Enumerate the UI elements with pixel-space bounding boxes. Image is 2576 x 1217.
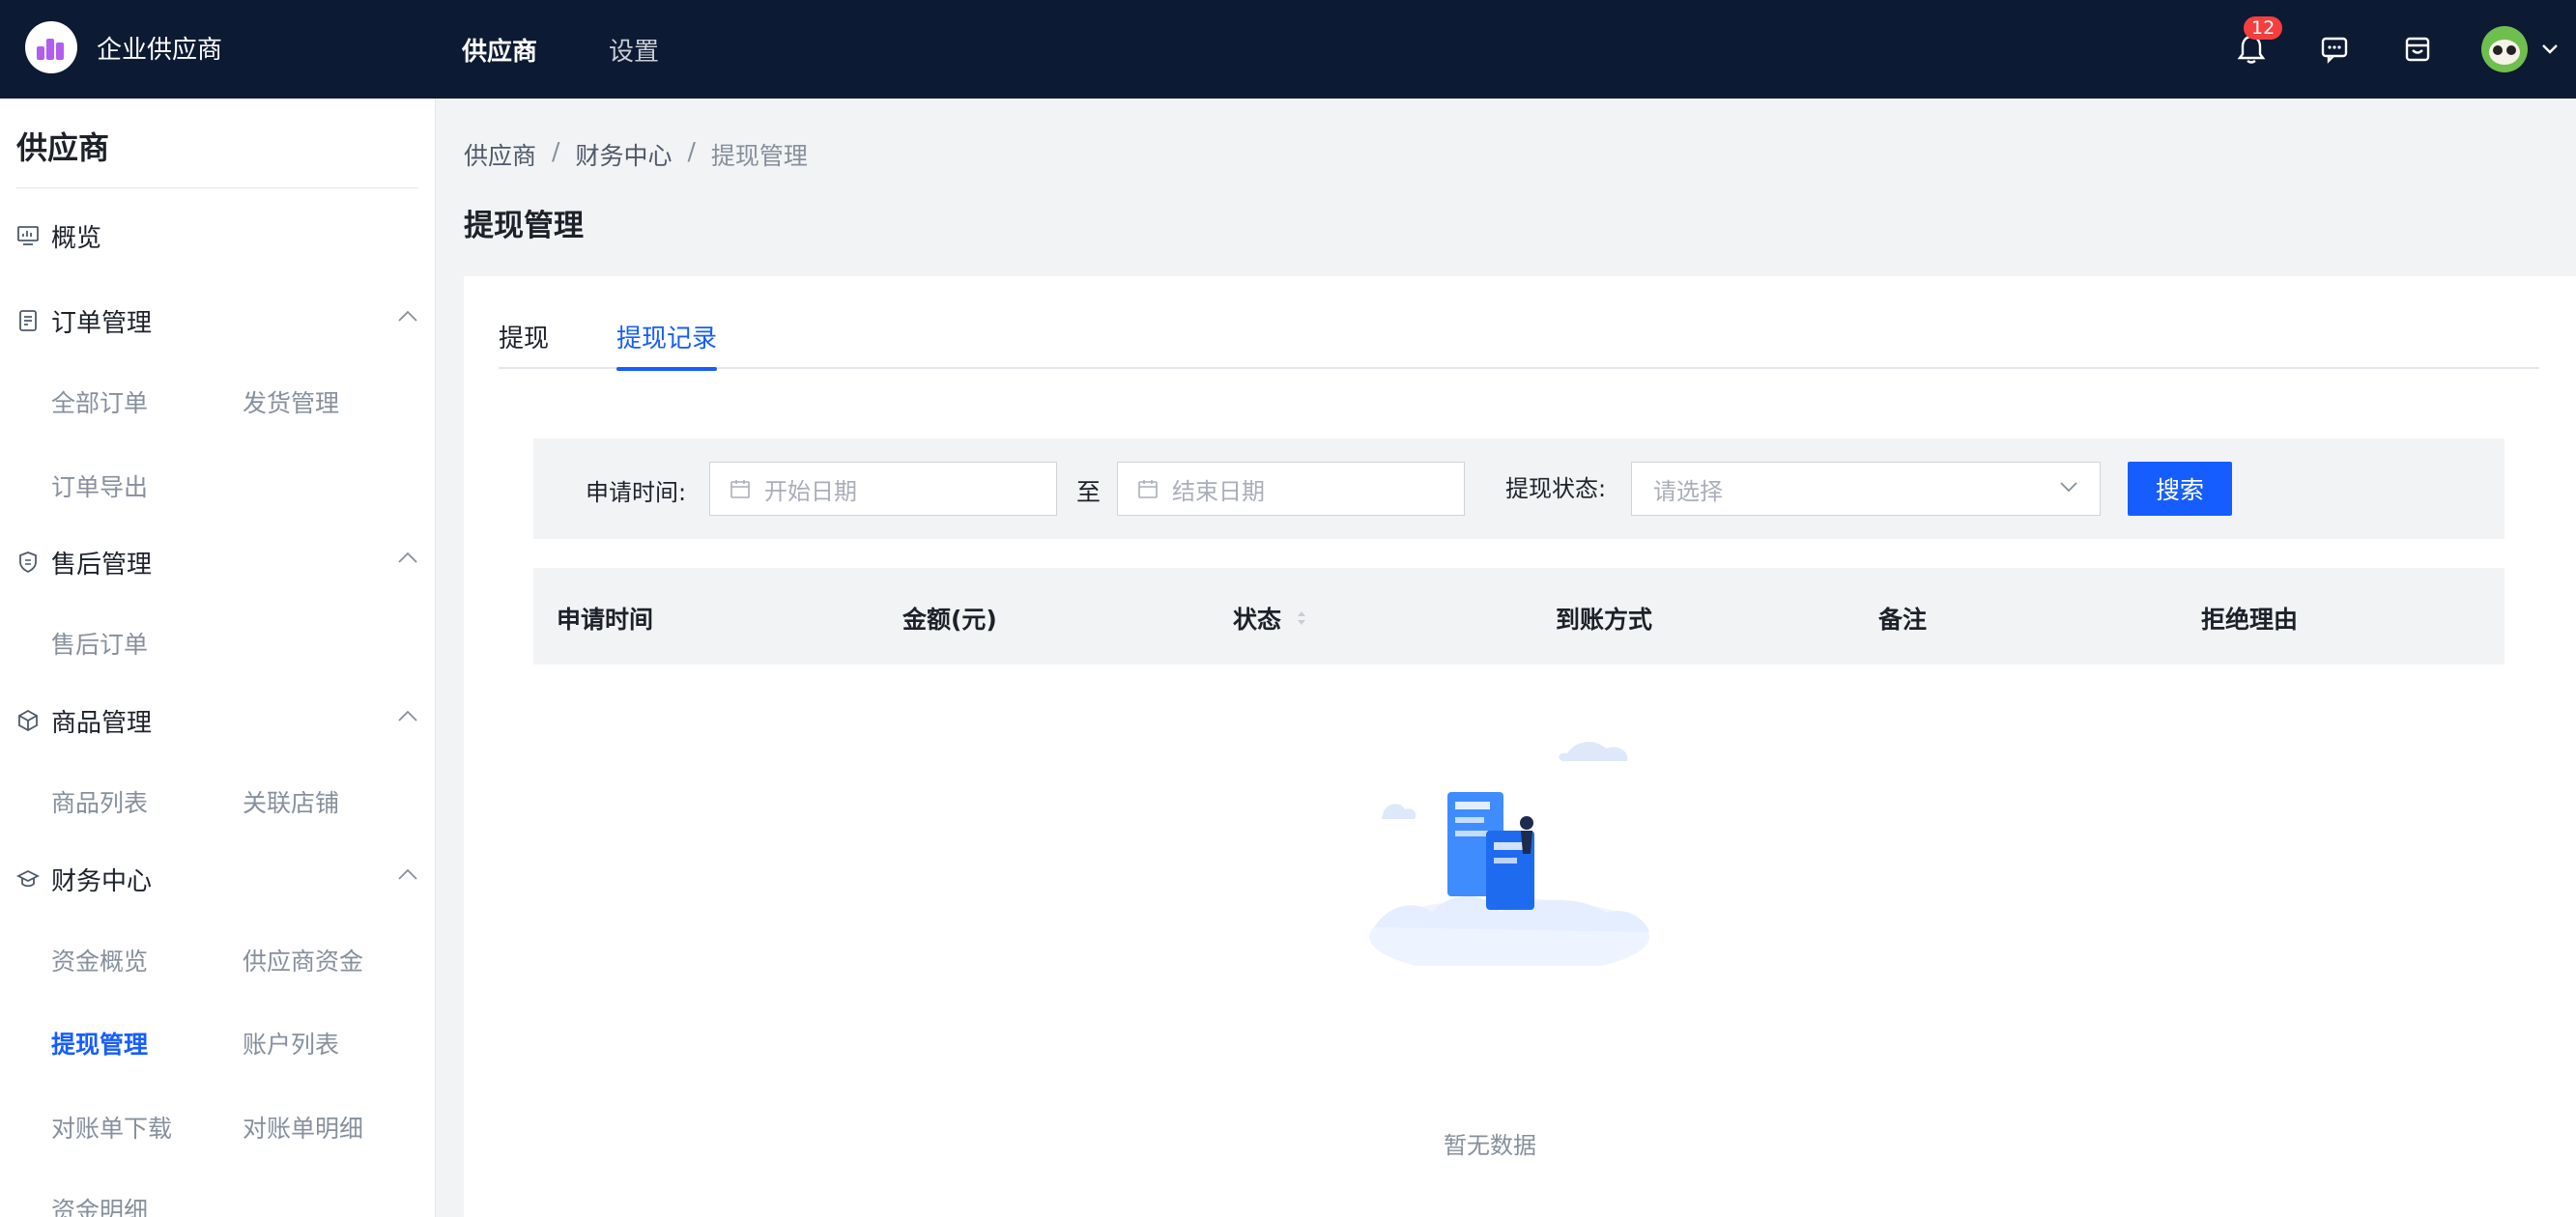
calendar-icon xyxy=(730,480,750,498)
brand-logo-icon xyxy=(25,21,77,73)
main-content: 供应商 / 财务中心 / 提现管理 提现管理 提现 提现记录 申请时间: 开始日… xyxy=(437,99,2576,1217)
sidebar-item-supplier-funds[interactable]: 供应商资金 xyxy=(243,943,363,977)
brand[interactable]: 企业供应商 xyxy=(25,21,222,73)
cube-icon xyxy=(16,709,40,732)
store-icon xyxy=(2405,37,2430,62)
nav-settings[interactable]: 设置 xyxy=(609,32,659,68)
search-button[interactable]: 搜索 xyxy=(2128,462,2232,516)
sidebar-title: 供应商 xyxy=(16,129,110,166)
brand-name: 企业供应商 xyxy=(97,35,223,65)
sidebar-item-all-orders[interactable]: 全部订单 xyxy=(51,384,148,419)
table-header: 申请时间 金额(元) 状态 到账方式 备注 拒绝理由 xyxy=(533,568,2504,665)
shield-icon xyxy=(16,551,40,574)
chevron-up-icon xyxy=(398,868,417,880)
sidebar-item-shipping[interactable]: 发货管理 xyxy=(243,384,339,419)
sidebar-item-linked-stores[interactable]: 关联店铺 xyxy=(243,784,339,819)
breadcrumb-item[interactable]: 财务中心 xyxy=(575,137,672,172)
column-status[interactable]: 状态 xyxy=(1233,601,1308,636)
end-date-placeholder: 结束日期 xyxy=(1172,477,1265,505)
breadcrumb-current: 提现管理 xyxy=(710,142,808,170)
filter-bar: 申请时间: 开始日期 至 结束日期 提现状态: 请选择 搜索 xyxy=(533,439,2504,539)
content-card: 提现 提现记录 申请时间: 开始日期 至 结束日期 提现状态: 请选择 搜索 申… xyxy=(464,276,2576,1217)
dashboard-icon xyxy=(16,224,40,247)
column-amount: 金额(元) xyxy=(902,606,997,634)
sidebar-item-statement-details[interactable]: 对账单明细 xyxy=(243,1110,363,1145)
sidebar-divider xyxy=(16,187,418,188)
avatar[interactable] xyxy=(2481,26,2528,72)
notification-button[interactable]: 12 xyxy=(2232,16,2283,69)
breadcrumb-item[interactable]: 供应商 xyxy=(464,137,536,172)
column-remark: 备注 xyxy=(1878,606,1928,634)
sidebar-group-aftersales[interactable]: 售后管理 xyxy=(16,541,418,583)
message-button[interactable] xyxy=(2315,30,2354,69)
breadcrumb-separator: / xyxy=(687,137,696,165)
notification-badge: 12 xyxy=(2244,16,2283,40)
date-range-separator: 至 xyxy=(1076,478,1102,506)
top-bar: 企业供应商 供应商 设置 12 xyxy=(0,0,2576,99)
status-select[interactable]: 请选择 xyxy=(1631,462,2101,516)
top-actions: 12 xyxy=(2232,0,2576,99)
sidebar-item-overview[interactable]: 概览 xyxy=(16,214,418,257)
sidebar-item-fund-overview[interactable]: 资金概览 xyxy=(51,943,148,977)
tab-withdraw-records[interactable]: 提现记录 xyxy=(616,319,718,371)
finance-icon xyxy=(16,867,40,891)
column-reject-reason: 拒绝理由 xyxy=(2201,606,2299,634)
sidebar-group-orders[interactable]: 订单管理 xyxy=(16,299,418,342)
chevron-down-icon xyxy=(2060,482,2077,493)
start-date-placeholder: 开始日期 xyxy=(764,477,857,505)
status-placeholder: 请选择 xyxy=(1653,477,1723,505)
nav-supplier[interactable]: 供应商 xyxy=(462,32,537,68)
start-date-input[interactable]: 开始日期 xyxy=(709,462,1057,516)
order-icon xyxy=(16,309,40,332)
sidebar-group-finance[interactable]: 财务中心 xyxy=(16,858,418,900)
chevron-up-icon xyxy=(398,710,417,722)
sidebar-item-statement-download[interactable]: 对账单下载 xyxy=(51,1110,172,1145)
sidebar-item-product-list[interactable]: 商品列表 xyxy=(51,784,148,819)
tab-bar: 提现 提现记录 xyxy=(499,319,2539,371)
sort-icon[interactable] xyxy=(1295,607,1308,630)
breadcrumb-separator: / xyxy=(552,137,560,165)
sidebar-item-withdrawal-management[interactable]: 提现管理 xyxy=(51,1026,148,1061)
calendar-icon xyxy=(1138,480,1158,498)
top-nav: 供应商 设置 xyxy=(462,0,730,99)
tab-withdraw[interactable]: 提现 xyxy=(499,319,549,369)
sidebar-item-aftersales-orders[interactable]: 售后订单 xyxy=(51,626,148,661)
chevron-up-icon xyxy=(398,552,417,563)
breadcrumb: 供应商 / 财务中心 / 提现管理 xyxy=(464,137,808,172)
end-date-input[interactable]: 结束日期 xyxy=(1117,462,1465,516)
chevron-up-icon xyxy=(398,310,417,322)
message-icon xyxy=(2321,37,2348,64)
empty-illustration xyxy=(1364,734,1654,976)
sidebar-item-account-list[interactable]: 账户列表 xyxy=(243,1026,339,1061)
apply-time-label: 申请时间: xyxy=(586,479,687,506)
column-payment-method: 到账方式 xyxy=(1556,606,1653,634)
store-button[interactable] xyxy=(2398,30,2437,69)
sidebar-group-products[interactable]: 商品管理 xyxy=(16,699,418,742)
sidebar-item-fund-details[interactable]: 资金明细 xyxy=(51,1192,148,1217)
chevron-down-icon[interactable] xyxy=(2541,43,2559,55)
column-apply-time: 申请时间 xyxy=(557,606,654,634)
sidebar-item-order-export[interactable]: 订单导出 xyxy=(51,468,148,503)
status-label: 提现状态: xyxy=(1505,475,1607,502)
empty-text: 暂无数据 xyxy=(1444,1132,1536,1159)
page-title: 提现管理 xyxy=(464,209,584,243)
sidebar: 供应商 概览 订单管理 全部订单 发货管理 订单导出 售后管理 售后订单 商品管… xyxy=(0,99,436,1217)
